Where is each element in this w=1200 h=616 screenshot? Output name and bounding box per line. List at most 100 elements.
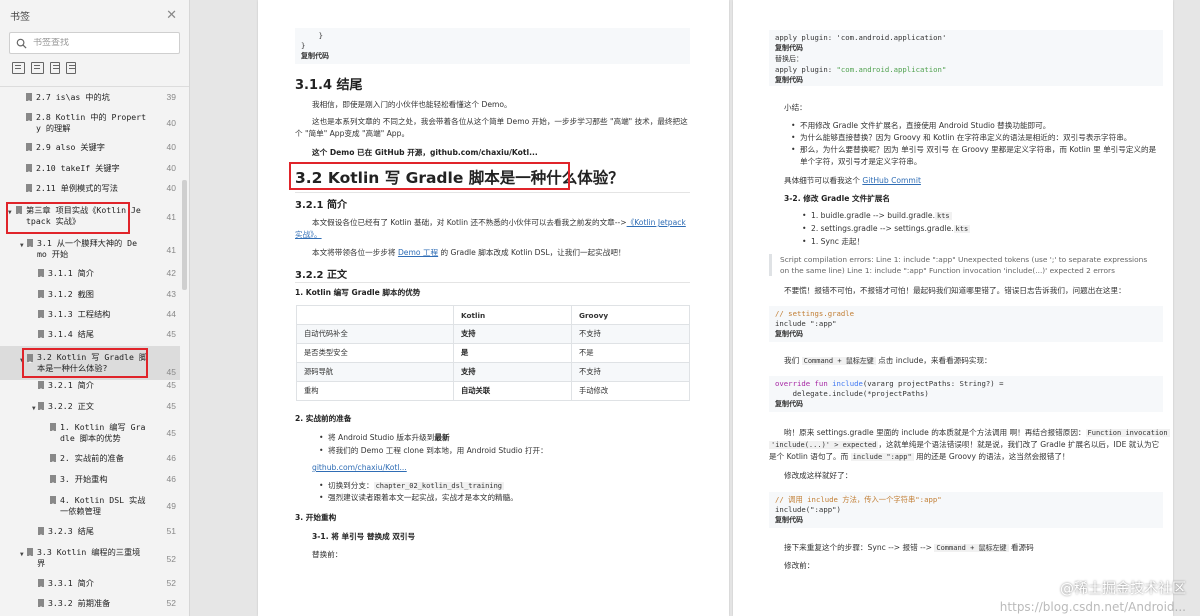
add-bookmark-icon[interactable]	[50, 62, 60, 74]
table-cell: 不支持	[570, 324, 691, 344]
collapse-arrow-icon[interactable]: ▼	[20, 240, 24, 251]
toc-item[interactable]: 2.10 takeIf 关键字 40	[0, 163, 180, 177]
text: ，这就单纯是个语法错误呗！就是说，我们改了 Gradle 扩展名以后，IDE 就…	[878, 440, 1160, 449]
expand-all-icon[interactable]	[12, 62, 25, 74]
text: 我们	[784, 356, 802, 365]
text: 最新	[434, 433, 450, 442]
toc-page: 45	[166, 428, 176, 438]
collapse-all-icon[interactable]	[31, 62, 44, 74]
inline-code: kts	[934, 212, 952, 220]
toc-item-chapter-3[interactable]: ▼ 第三章 项目实战《Kotlin Je tpack 实战》 41	[0, 205, 180, 229]
toc-page: 40	[166, 183, 176, 193]
repo-link[interactable]: github.com/chaxiu/Kotl...	[312, 462, 407, 473]
paragraph: 本文将带领各位一步步将 Demo 工程 的 Gradle 脚本改成 Kotlin…	[312, 247, 626, 258]
copy-code-button[interactable]: 复制代码	[301, 53, 329, 60]
link[interactable]: 实战》。	[295, 230, 322, 239]
toc-item[interactable]: 3.2.3 结尾 51	[0, 526, 180, 540]
code-line: }	[301, 41, 306, 50]
toc-label: 2.11 单例模式的写法	[36, 183, 118, 193]
toc-page: 49	[166, 501, 176, 511]
toc-label: 3.1.1 简介	[48, 268, 94, 278]
toc-item[interactable]: 2. 实战前的准备 46	[0, 453, 180, 467]
heading: 3-1. 将 单引号 替换成 双引号	[312, 532, 416, 541]
toc-item[interactable]: ▼ 3.3 Kotlin 编程的三重境 界 52	[0, 547, 180, 571]
list-item: 1. Sync 走起！	[802, 236, 864, 247]
toc-page: 42	[166, 268, 176, 278]
toc-page: 39	[166, 92, 176, 102]
toc-label: 3. 开始重构	[60, 474, 108, 484]
toc-label: 2.8 Kotlin 中的 Propert y 的理解	[36, 112, 147, 133]
toc-item[interactable]: 3.1.1 简介 42	[0, 268, 180, 282]
toc-item[interactable]: 3.1.4 结尾 45	[0, 329, 180, 343]
table-cell: 支持	[452, 362, 572, 382]
toc-label: 3.1.2 截图	[48, 289, 94, 299]
link[interactable]: Demo 工程	[398, 248, 438, 257]
paragraph: 'include(...)' > expected ，这就单纯是个语法错误呗！就是…	[769, 439, 1159, 451]
text: 具体细节可以看我这个	[784, 176, 863, 185]
toc-item-selected[interactable]: ▼ 3.2 Kotlin 写 Gradle 脚 本是一种什么体验? 45	[0, 346, 180, 380]
toc-label: 3.2 Kotlin 写 Gradle 脚 本是一种什么体验?	[37, 352, 148, 373]
bookmark-icon[interactable]	[66, 62, 76, 74]
list-item: 那么，为什么要替换呢？因为 单引号 双引号 在 Groovy 里都是定义字符串，…	[791, 144, 1156, 155]
toc-item[interactable]: 2.9 also 关键字 40	[0, 142, 180, 156]
inline-code: chapter_02_kotlin_dsl_training	[373, 482, 504, 490]
table-cell: 不是	[570, 343, 691, 363]
code-block: override fun include(vararg projectPaths…	[769, 376, 1163, 412]
copy-code-button[interactable]: 复制代码	[775, 77, 803, 84]
sidebar-title: 书签	[10, 11, 30, 23]
table-cell: 自动代码补全	[296, 324, 454, 344]
toc-item[interactable]: 3.1.3 工程结构 44	[0, 309, 180, 323]
list-item-cont: 单个字符，双引号才是定义字符串。	[800, 157, 922, 166]
bookmark-search-input[interactable]	[33, 38, 173, 48]
sidebar-scrollbar[interactable]	[182, 180, 187, 290]
toc-label: 3.1.3 工程结构	[48, 309, 111, 319]
bookmark-icon	[50, 475, 56, 484]
bookmark-icon	[26, 93, 32, 102]
toc-item[interactable]: 3.3.1 简介 52	[0, 578, 180, 592]
toc-label: 3.2.2 正文	[48, 401, 94, 411]
collapse-arrow-icon[interactable]: ▼	[20, 355, 24, 366]
toc-page: 43	[166, 289, 176, 299]
search-icon	[16, 38, 27, 49]
toc-page: 46	[166, 474, 176, 484]
toc-label: 第三章 项目实战《Kotlin Je tpack 实战》	[26, 205, 141, 226]
bookmark-toolbar	[0, 54, 189, 80]
bookmark-icon	[38, 579, 44, 588]
toc-item[interactable]: 2.11 单例模式的写法 40	[0, 183, 180, 197]
toc-item[interactable]: 3.1.2 截图 43	[0, 289, 180, 303]
toc-item[interactable]: 2.8 Kotlin 中的 Propert y 的理解 40	[0, 112, 180, 136]
link[interactable]: 《Kotlin Jetpack	[627, 218, 686, 227]
heading: 2. 实战前的准备	[295, 414, 352, 423]
link[interactable]: GitHub Commit	[862, 176, 921, 185]
toc-item[interactable]: 2.7 is\as 中的坑 39	[0, 92, 180, 106]
toc-item[interactable]: ▼ 3.1 从一个膜拜大神的 De mo 开始 41	[0, 238, 180, 262]
copy-code-button[interactable]: 复制代码	[775, 331, 803, 338]
code-line: (vararg projectPaths: String?) =	[862, 379, 1004, 388]
toc-item[interactable]: 1. Kotlin 编写 Gra dle 脚本的优势 45	[0, 422, 180, 446]
toc-label: 3.3.1 简介	[48, 578, 94, 588]
toc-page: 52	[166, 554, 176, 564]
bookmark-icon	[27, 354, 33, 363]
toc-page: 52	[166, 598, 176, 608]
copy-code-button[interactable]: 复制代码	[775, 517, 803, 524]
toc-item[interactable]: 3. 开始重构 46	[0, 474, 180, 488]
toc-item[interactable]: 3.2.1 简介 45	[0, 380, 180, 394]
table-cell: 不支持	[570, 362, 691, 382]
document-viewer[interactable]: } } 复制代码 3.1.4 结尾 我相信，即使是刚入门的小伙伴也能轻松看懂这个…	[190, 0, 1200, 616]
collapse-arrow-icon[interactable]: ▼	[32, 403, 36, 414]
text: 本文假设各位已经有了 Kotlin 基础，对 Kotlin 还不熟悉的小伙伴可以…	[312, 218, 627, 227]
code-line: include(":app")	[775, 505, 841, 514]
bookmark-tree: 2.7 is\as 中的坑 39 2.8 Kotlin 中的 Propert y …	[0, 86, 180, 616]
close-icon[interactable]: ✕	[166, 8, 177, 23]
toc-item[interactable]: ▼ 3.2.2 正文 45	[0, 401, 180, 415]
toc-page: 52	[166, 578, 176, 588]
toc-label: 2.10 takeIf 关键字	[36, 163, 120, 173]
bookmark-search-box[interactable]	[9, 32, 180, 54]
collapse-arrow-icon[interactable]: ▼	[20, 549, 24, 560]
collapse-arrow-icon[interactable]: ▼	[8, 207, 12, 218]
toc-item[interactable]: 3.3.2 前期准备 52	[0, 598, 180, 612]
toc-item[interactable]: 4. Kotlin DSL 实战 一依赖管理 49	[0, 495, 180, 519]
copy-code-button[interactable]: 复制代码	[775, 45, 803, 52]
bookmark-icon	[38, 381, 44, 390]
copy-code-button[interactable]: 复制代码	[775, 401, 803, 408]
